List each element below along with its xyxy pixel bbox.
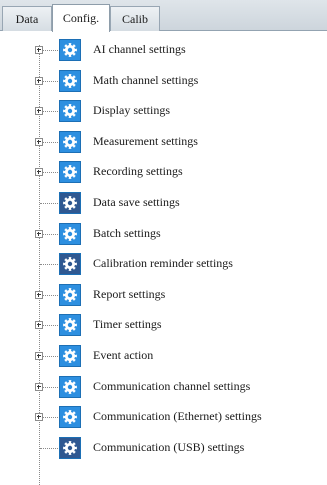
settings-gear-icon xyxy=(59,100,81,123)
tree-item[interactable]: Communication channel settings xyxy=(0,373,327,403)
settings-gear-icon xyxy=(59,436,81,459)
settings-gear-icon xyxy=(59,39,81,61)
settings-gear-icon xyxy=(59,161,81,184)
tree-item[interactable]: Recording settings xyxy=(0,158,327,188)
tree-item-label[interactable]: Measurement settings xyxy=(93,134,198,149)
tree-connector-line xyxy=(43,141,58,143)
expand-toggle-icon[interactable] xyxy=(35,168,43,177)
tab-data[interactable]: Data xyxy=(2,6,52,31)
tree-item-label[interactable]: Timer settings xyxy=(93,317,162,332)
tree-item-label[interactable]: Data save settings xyxy=(93,195,180,210)
tree-item[interactable]: Communication (Ethernet) settings xyxy=(0,403,327,433)
expand-toggle-icon[interactable] xyxy=(35,137,43,146)
settings-gear-icon xyxy=(59,314,81,337)
tree-item-label[interactable]: AI channel settings xyxy=(93,42,186,57)
tree-item[interactable]: Math channel settings xyxy=(0,67,327,97)
tree-item[interactable]: Calibration reminder settings xyxy=(0,250,327,280)
tree-connector-line xyxy=(43,80,58,82)
tree-connector-line xyxy=(40,203,58,204)
tree-connector-line xyxy=(40,264,58,266)
settings-gear-icon xyxy=(59,253,81,276)
expand-toggle-icon[interactable] xyxy=(35,382,43,391)
tree-item-label[interactable]: Communication (USB) settings xyxy=(93,440,244,455)
settings-gear-icon xyxy=(59,192,81,214)
tree-item-label[interactable]: Calibration reminder settings xyxy=(93,256,233,271)
tree-connector-line xyxy=(43,50,58,51)
tree-item[interactable]: Communication (USB) settings xyxy=(0,434,327,464)
tree-item-label[interactable]: Batch settings xyxy=(93,226,161,241)
tree-item-label[interactable]: Report settings xyxy=(93,287,165,302)
expand-toggle-icon[interactable] xyxy=(35,352,43,360)
tree-item[interactable]: Batch settings xyxy=(0,220,327,250)
settings-gear-icon xyxy=(59,406,81,429)
expand-toggle-icon[interactable] xyxy=(35,46,43,54)
tree-connector-line xyxy=(43,294,58,296)
settings-gear-icon xyxy=(59,345,81,367)
tree-connector-line xyxy=(43,325,58,327)
settings-gear-icon xyxy=(59,375,81,398)
settings-gear-icon xyxy=(59,222,81,245)
settings-gear-icon xyxy=(59,130,81,153)
tree-item-label[interactable]: Communication channel settings xyxy=(93,379,250,394)
tree-item[interactable]: Report settings xyxy=(0,281,327,311)
tree-item[interactable]: Data save settings xyxy=(0,189,327,219)
tree-item-label[interactable]: Display settings xyxy=(93,103,170,118)
expand-toggle-icon[interactable] xyxy=(35,107,43,116)
expand-toggle-icon[interactable] xyxy=(35,321,43,330)
tab-calib[interactable]: Calib xyxy=(110,6,160,31)
settings-gear-icon xyxy=(59,69,81,92)
tree-item[interactable]: Event action xyxy=(0,342,327,372)
tree-item-label[interactable]: Event action xyxy=(93,348,153,363)
tab-bar: Data Config. Calib xyxy=(0,0,327,32)
tree-item-label[interactable]: Math channel settings xyxy=(93,73,198,88)
tree-connector-line xyxy=(43,356,58,357)
expand-toggle-icon[interactable] xyxy=(35,413,43,422)
tree-connector-line xyxy=(40,447,58,449)
expand-toggle-icon[interactable] xyxy=(35,229,43,238)
tree-connector-line xyxy=(43,233,58,235)
tree-item-label[interactable]: Communication (Ethernet) settings xyxy=(93,409,262,424)
tree-connector-line xyxy=(43,386,58,388)
tree-item[interactable]: Timer settings xyxy=(0,311,327,341)
tree-item[interactable]: AI channel settings xyxy=(0,36,327,66)
tree-item[interactable]: Display settings xyxy=(0,97,327,127)
settings-gear-icon xyxy=(59,283,81,306)
tree-item-label[interactable]: Recording settings xyxy=(93,164,183,179)
expand-toggle-icon[interactable] xyxy=(35,290,43,299)
settings-tree: AI channel settings Math channel settings… xyxy=(0,31,327,485)
tab-config[interactable]: Config. xyxy=(52,4,110,32)
tree-connector-line xyxy=(43,172,58,174)
tree-connector-line xyxy=(43,417,58,419)
tree-item[interactable]: Measurement settings xyxy=(0,128,327,158)
tree-connector-line xyxy=(43,111,58,113)
expand-toggle-icon[interactable] xyxy=(35,76,43,85)
